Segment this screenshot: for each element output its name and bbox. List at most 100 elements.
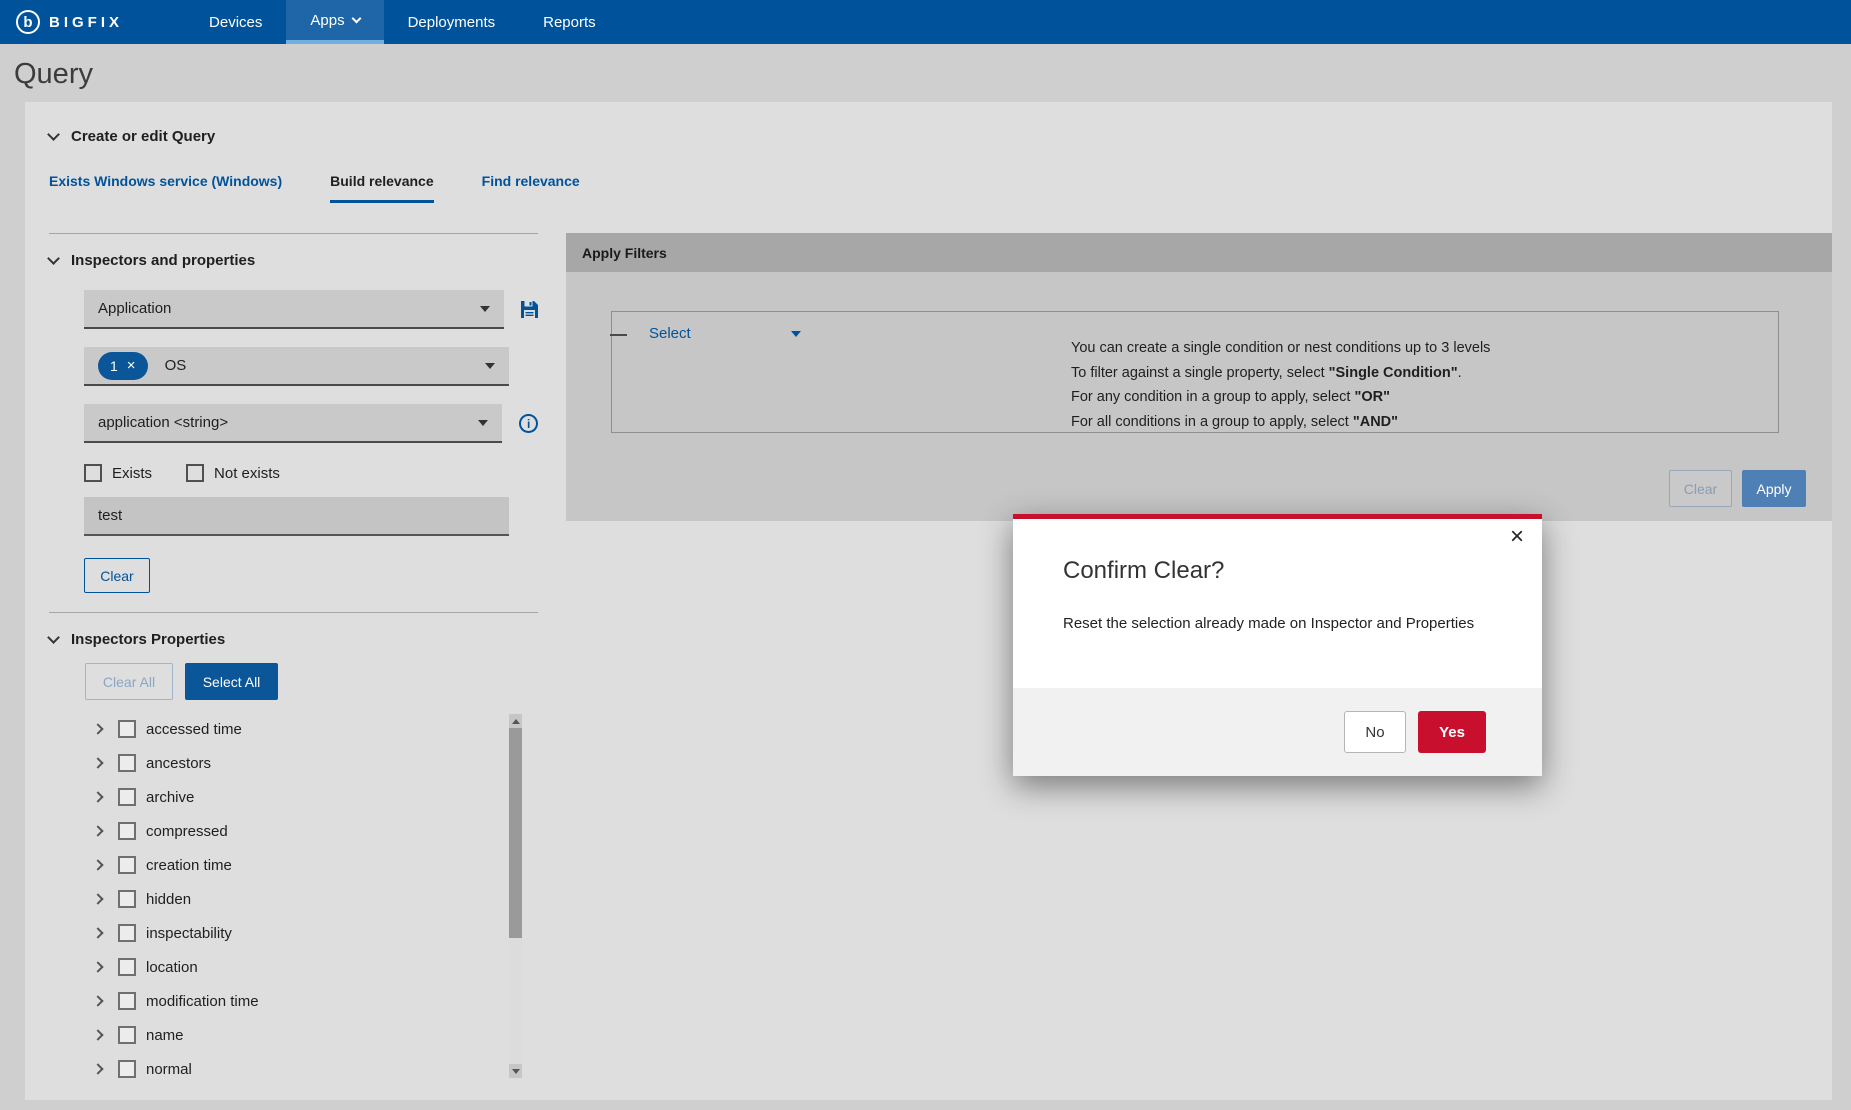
inspectors-properties-toggle[interactable]: Inspectors Properties (49, 627, 538, 651)
info-icon[interactable]: i (519, 414, 538, 433)
property-row: archive (94, 780, 538, 814)
exists-options-row: Exists Not exists (84, 463, 538, 483)
confirm-clear-modal: × Confirm Clear? Reset the selection alr… (1013, 514, 1542, 776)
not-exists-checkbox-group[interactable]: Not exists (186, 464, 280, 482)
close-icon[interactable]: × (1510, 525, 1524, 549)
property-select[interactable]: application <string> (84, 404, 502, 443)
apply-button[interactable]: Apply (1742, 470, 1806, 507)
chevron-right-icon[interactable] (92, 1029, 103, 1040)
tab-exists-windows-service[interactable]: Exists Windows service (Windows) (49, 173, 282, 203)
filters-clear-button[interactable]: Clear (1669, 470, 1732, 507)
condition-select-value: Select (649, 325, 691, 342)
modal-message: Reset the selection already made on Insp… (1063, 615, 1492, 632)
caret-down-icon (478, 420, 488, 426)
chevron-down-icon (47, 252, 60, 265)
top-navbar: b BIGFIX Devices Apps Deployments Report… (0, 0, 1851, 44)
property-checkbox[interactable] (118, 958, 136, 976)
property-row: creation time (94, 848, 538, 882)
chevron-right-icon[interactable] (92, 859, 103, 870)
properties-scrollbar[interactable] (509, 714, 522, 1078)
bigfix-logo-icon: b (16, 10, 40, 34)
chevron-right-icon[interactable] (92, 961, 103, 972)
exists-checkbox-group[interactable]: Exists (84, 464, 152, 482)
property-checkbox[interactable] (118, 890, 136, 908)
property-row: normal (94, 1052, 538, 1086)
chevron-down-icon (47, 128, 60, 141)
nav-item-apps[interactable]: Apps (286, 0, 383, 44)
clear-all-button[interactable]: Clear All (85, 663, 173, 700)
caret-down-icon (351, 13, 361, 23)
context-select-row: 1 × OS (84, 347, 538, 386)
exists-checkbox[interactable] (84, 464, 102, 482)
value-input[interactable] (84, 497, 509, 536)
chevron-right-icon[interactable] (92, 995, 103, 1006)
scroll-up-icon[interactable] (509, 714, 522, 728)
apply-filters-header: Apply Filters (566, 233, 1832, 272)
caret-down-icon (485, 363, 495, 369)
inspectors-and-properties-toggle[interactable]: Inspectors and properties (49, 248, 538, 272)
save-icon[interactable] (521, 301, 538, 318)
tab-build-relevance[interactable]: Build relevance (330, 173, 434, 203)
help-text-line: For all conditions in a group to apply, … (1071, 410, 1490, 435)
property-row: name (94, 1018, 538, 1052)
apply-filters-title: Apply Filters (582, 245, 667, 261)
subsection-title: Inspectors and properties (71, 252, 255, 269)
property-label: inspectability (146, 925, 232, 942)
chevron-right-icon[interactable] (92, 825, 103, 836)
property-row: ancestors (94, 746, 538, 780)
subsection-title: Inspectors Properties (71, 631, 225, 648)
chevron-right-icon[interactable] (92, 723, 103, 734)
chevron-right-icon[interactable] (92, 927, 103, 938)
section-title: Create or edit Query (71, 128, 215, 145)
property-checkbox[interactable] (118, 822, 136, 840)
create-or-edit-query-toggle[interactable]: Create or edit Query (49, 124, 1832, 148)
help-text-line: To filter against a single property, sel… (1071, 361, 1490, 386)
property-label: location (146, 959, 198, 976)
scroll-down-icon[interactable] (509, 1064, 522, 1078)
help-text-line: You can create a single condition or nes… (1071, 336, 1490, 361)
no-button[interactable]: No (1344, 711, 1406, 753)
not-exists-checkbox[interactable] (186, 464, 204, 482)
select-all-button[interactable]: Select All (185, 663, 278, 700)
scrollbar-thumb[interactable] (509, 728, 522, 938)
chevron-right-icon[interactable] (92, 893, 103, 904)
main-nav: Devices Apps Deployments Reports (185, 0, 620, 44)
property-row: inspectability (94, 916, 538, 950)
query-tabs: Exists Windows service (Windows) Build r… (49, 173, 1832, 203)
nav-item-devices[interactable]: Devices (185, 0, 286, 44)
property-checkbox[interactable] (118, 856, 136, 874)
tab-find-relevance[interactable]: Find relevance (482, 173, 580, 203)
context-select[interactable]: 1 × OS (84, 347, 509, 386)
chevron-right-icon[interactable] (92, 757, 103, 768)
condition-select[interactable]: Select (649, 325, 801, 342)
inspectors-panel: Inspectors and properties Application (49, 233, 538, 1086)
property-checkbox[interactable] (118, 754, 136, 772)
inspector-select[interactable]: Application (84, 290, 504, 329)
chip-remove-icon[interactable]: × (127, 358, 136, 373)
property-checkbox[interactable] (118, 788, 136, 806)
property-checkbox[interactable] (118, 924, 136, 942)
property-select-row: application <string> i (84, 404, 538, 443)
query-card: Create or edit Query Exists Windows serv… (25, 102, 1832, 1100)
nav-item-reports[interactable]: Reports (519, 0, 620, 44)
chevron-right-icon[interactable] (92, 1063, 103, 1074)
inspector-select-row: Application (84, 290, 538, 329)
nav-item-deployments[interactable]: Deployments (384, 0, 520, 44)
yes-button[interactable]: Yes (1418, 711, 1486, 753)
properties-actions: Clear All Select All (85, 663, 538, 700)
clear-button[interactable]: Clear (84, 558, 150, 593)
chevron-down-icon (47, 631, 60, 644)
nav-item-label: Apps (310, 12, 344, 29)
apply-filters-actions: Clear Apply (611, 470, 1806, 507)
nav-item-label: Deployments (408, 14, 496, 31)
property-checkbox[interactable] (118, 1026, 136, 1044)
property-checkbox[interactable] (118, 1060, 136, 1078)
property-checkbox[interactable] (118, 720, 136, 738)
condition-builder-box: Select You can create a single condition… (611, 311, 1779, 433)
chevron-right-icon[interactable] (92, 791, 103, 802)
page-title: Query (14, 58, 1851, 91)
property-checkbox[interactable] (118, 992, 136, 1010)
property-label: hidden (146, 891, 191, 908)
apply-filters-body: Select You can create a single condition… (566, 272, 1832, 521)
selection-count-chip: 1 × (98, 352, 148, 380)
